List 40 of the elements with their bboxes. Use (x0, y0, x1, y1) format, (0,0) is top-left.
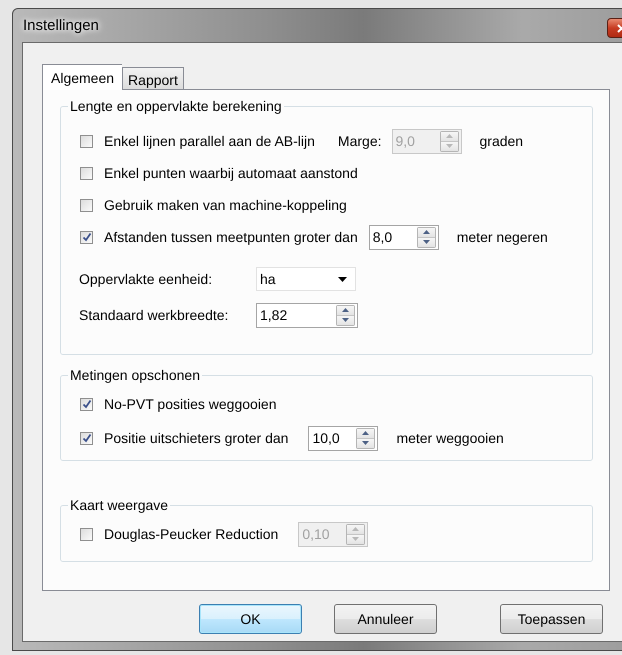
spin-arrows-icon[interactable] (416, 226, 436, 248)
unit-label: meter weggooien (396, 430, 504, 446)
unit-dropdown[interactable]: ha (256, 267, 356, 291)
checkbox-label[interactable]: Afstanden tussen meetpunten groter dan (104, 229, 358, 245)
checkbox-label[interactable]: Gebruik maken van machine-koppeling (104, 197, 347, 213)
caret-icon (338, 276, 347, 282)
checkbox-label[interactable]: Enkel lijnen parallel aan de AB-lijn (104, 133, 315, 149)
spin-field[interactable]: 10,0 (308, 426, 378, 450)
checkbox[interactable] (80, 166, 93, 180)
group-title: Kaart weergave (69, 497, 170, 513)
checkbox[interactable] (80, 398, 93, 410)
dialog-button[interactable]: Annuleer (334, 604, 437, 634)
checkbox[interactable] (80, 198, 93, 212)
spin-arrows-icon[interactable] (356, 428, 376, 448)
dialog-button[interactable]: Toepassen (500, 604, 603, 634)
checkbox-label[interactable]: Positie uitschieters groter dan (104, 430, 288, 446)
checkbox-label[interactable]: Enkel punten waarbij automaat aanstond (104, 165, 358, 181)
spin-field[interactable]: 8,0 (368, 224, 439, 250)
checkbox-label[interactable]: Douglas-Peucker Reduction (104, 526, 278, 542)
spin-field[interactable]: 1,82 (256, 302, 358, 328)
field-label: Marge: (338, 133, 382, 149)
dialog-button[interactable]: OK (199, 604, 302, 634)
checkbox[interactable] (80, 134, 93, 148)
checkbox[interactable] (80, 432, 93, 444)
tab[interactable]: Rapport (122, 67, 184, 89)
spin-arrows-icon[interactable] (336, 304, 355, 326)
group-title: Lengte en oppervlakte berekening (69, 98, 283, 114)
window-title: Instellingen (23, 17, 99, 34)
checkbox[interactable] (80, 230, 93, 244)
checkbox[interactable] (80, 528, 93, 540)
field-label: Oppervlakte eenheid: (79, 271, 214, 287)
checkbox-label[interactable]: No-PVT posities weggooien (104, 396, 277, 412)
field-label: Standaard werkbreedte: (79, 307, 230, 323)
group-title: Metingen opschonen (69, 367, 201, 383)
checkmark-icon (82, 433, 92, 443)
checkmark-icon (82, 232, 92, 242)
unit-label: graden (480, 133, 524, 149)
checkmark-icon (82, 399, 92, 409)
tab[interactable]: Algemeen (42, 64, 122, 90)
unit-label: meter negeren (456, 229, 548, 245)
